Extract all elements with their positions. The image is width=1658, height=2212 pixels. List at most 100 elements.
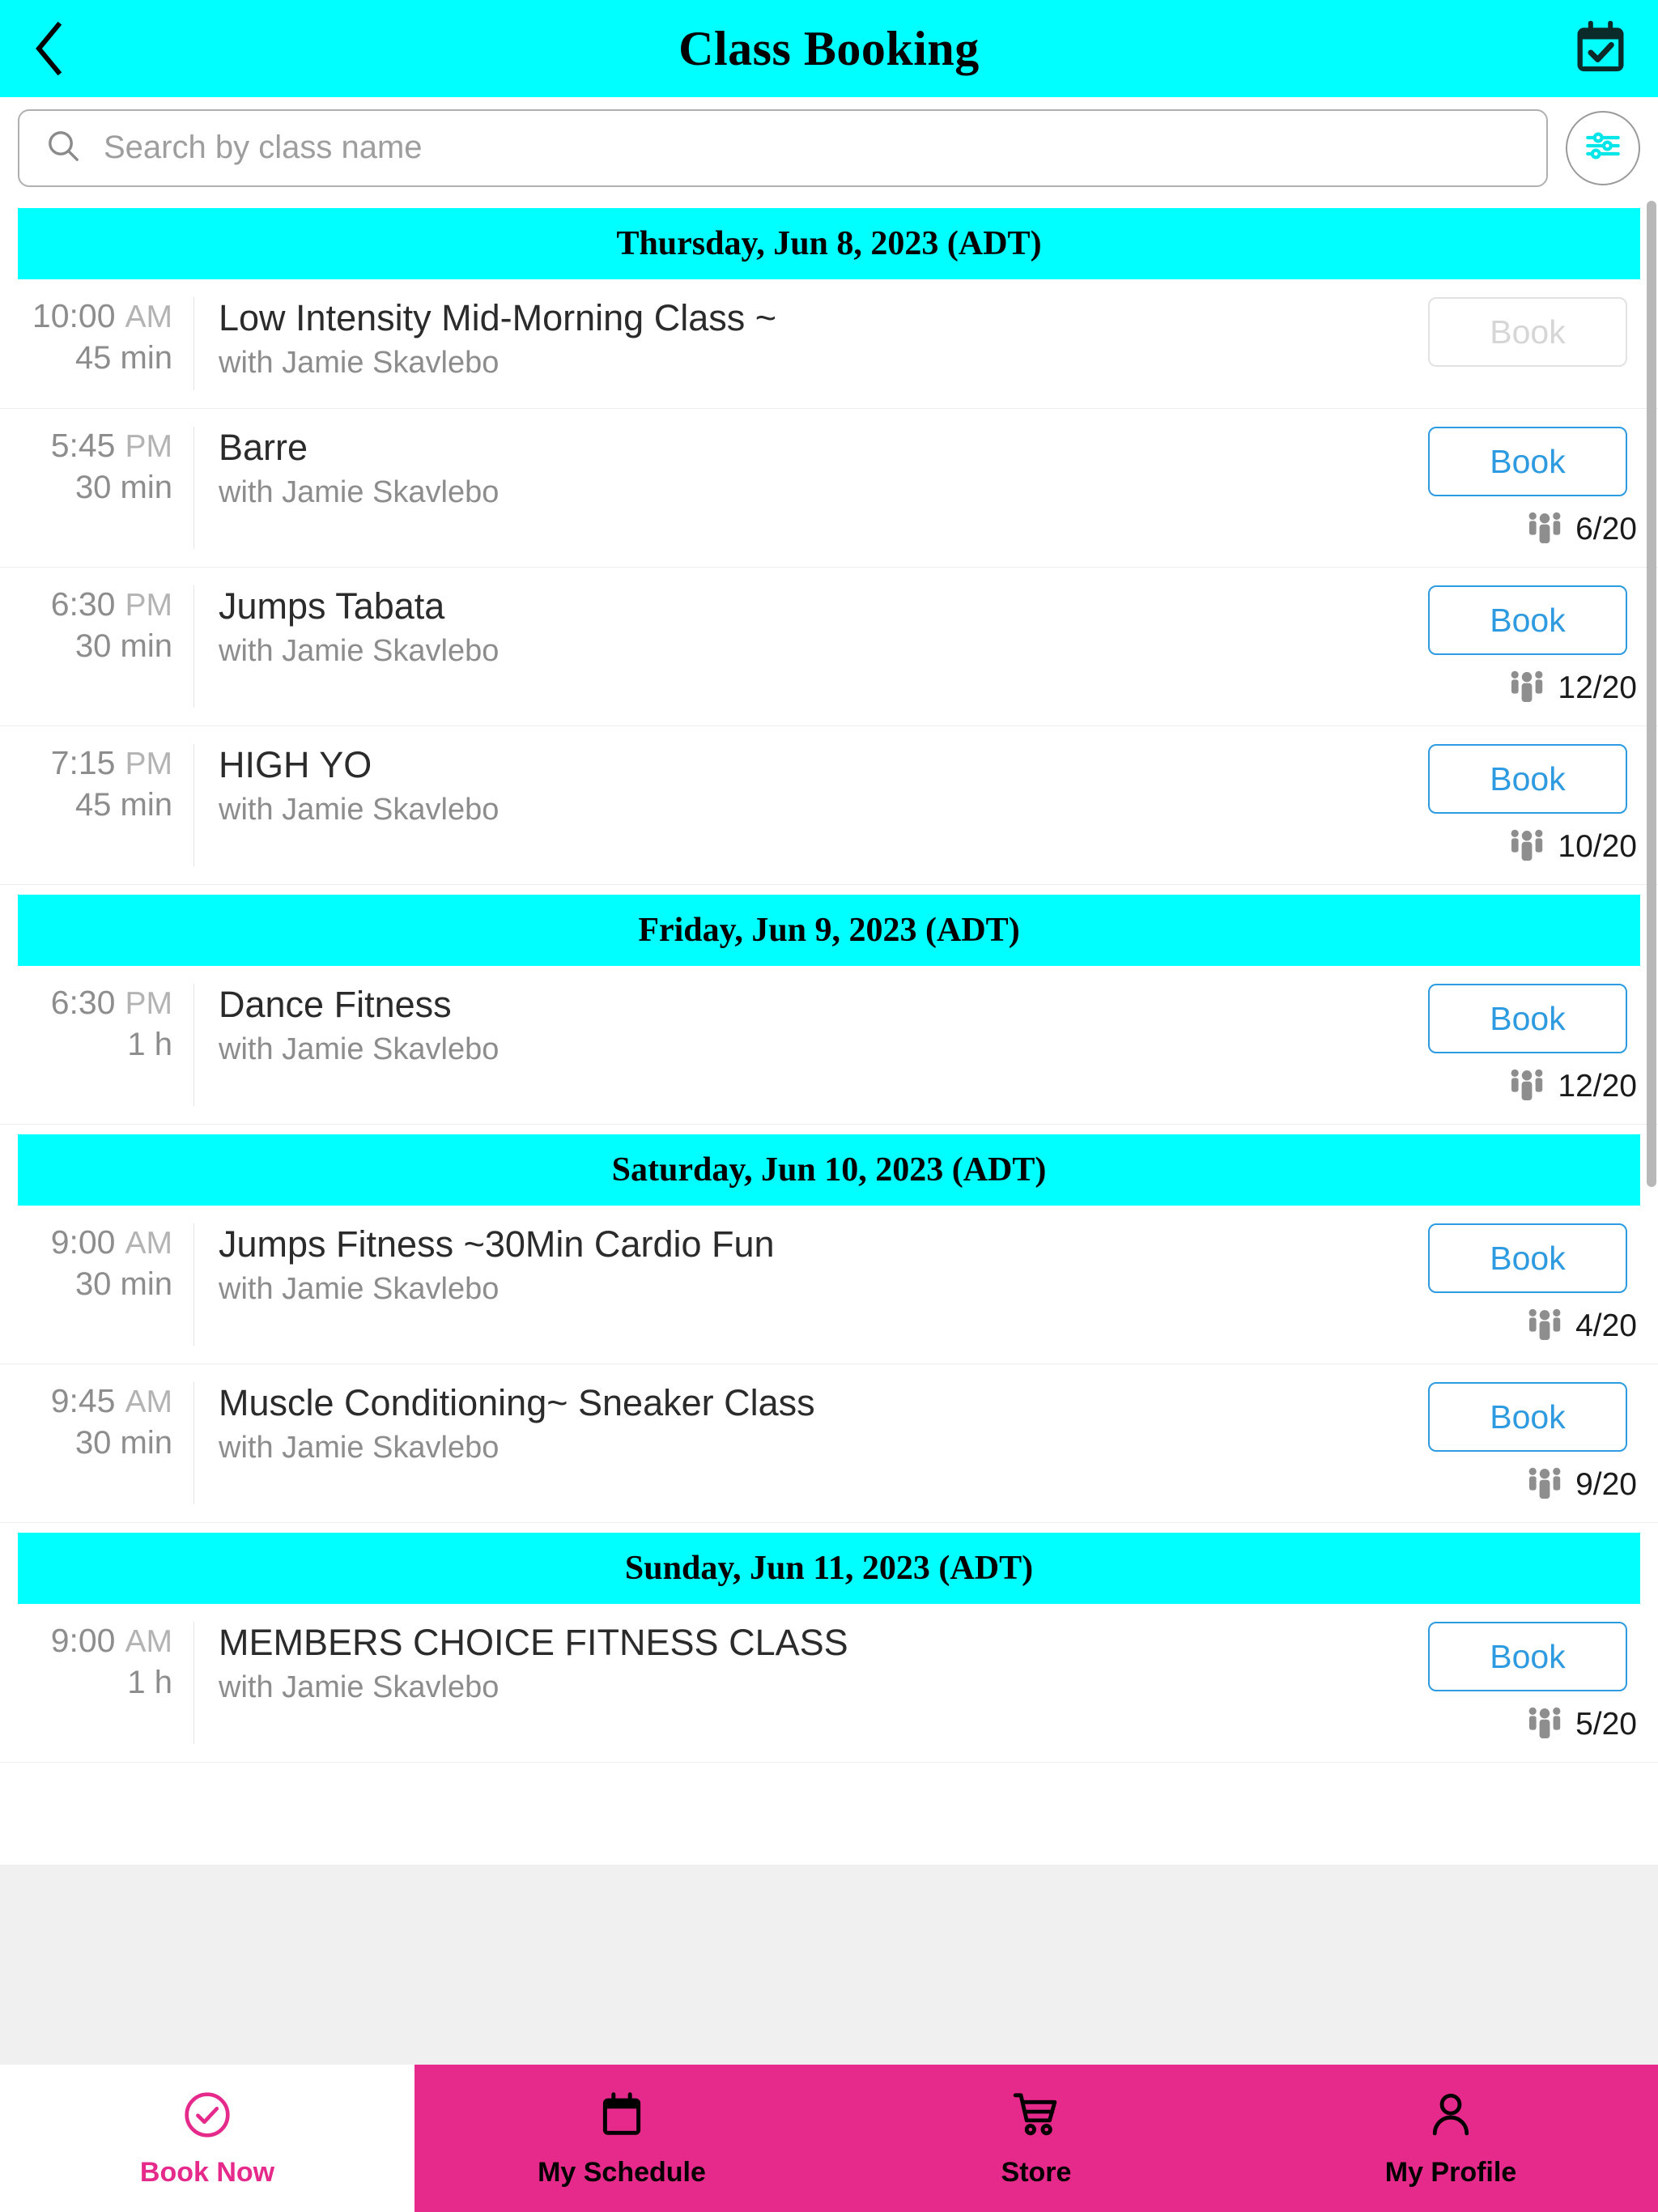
my-schedule-shortcut-button[interactable] bbox=[1564, 12, 1637, 85]
filter-button[interactable] bbox=[1566, 110, 1640, 185]
book-button[interactable]: Book bbox=[1428, 427, 1627, 496]
nav-item-label: Book Now bbox=[139, 2157, 275, 2188]
check-circle-icon bbox=[181, 2088, 234, 2146]
class-instructor: with Jamie Skavlebo bbox=[219, 1032, 500, 1066]
class-time-column: 9:45 AM 30 min bbox=[0, 1382, 194, 1504]
class-info-column: Muscle Conditioning~ Sneaker Class with … bbox=[194, 1382, 1415, 1504]
class-action-column: Book 9/20 bbox=[1415, 1382, 1658, 1504]
sliders-filter-icon bbox=[1583, 125, 1623, 170]
class-time-column: 9:00 AM 1 h bbox=[0, 1622, 194, 1744]
class-name: HIGH YO bbox=[219, 744, 372, 785]
book-button[interactable]: Book bbox=[1428, 984, 1627, 1053]
scrollbar-thumb[interactable] bbox=[1647, 201, 1656, 1187]
class-time-column: 6:30 PM 30 min bbox=[0, 585, 194, 708]
class-capacity: 4/20 bbox=[1525, 1306, 1640, 1346]
back-button[interactable] bbox=[0, 0, 97, 97]
book-button[interactable]: Book bbox=[1428, 744, 1627, 814]
nav-item-book-now[interactable]: Book Now bbox=[0, 2065, 414, 2212]
class-time-ampm: AM bbox=[125, 1226, 173, 1261]
search-input[interactable] bbox=[104, 130, 1522, 166]
class-time-value: 9:45 bbox=[50, 1382, 116, 1419]
class-time-ampm: PM bbox=[125, 747, 173, 781]
class-row[interactable]: 5:45 PM 30 min Barre with Jamie Skavlebo … bbox=[0, 409, 1658, 568]
chevron-left-icon bbox=[31, 20, 66, 77]
class-time-value: 6:30 bbox=[50, 984, 116, 1021]
class-row[interactable]: 9:00 AM 30 min Jumps Fitness ~30Min Cardi… bbox=[0, 1206, 1658, 1364]
search-row bbox=[0, 97, 1658, 198]
class-capacity-text: 12/20 bbox=[1558, 670, 1637, 705]
empty-area bbox=[0, 1865, 1658, 2065]
person-icon bbox=[1425, 2088, 1477, 2146]
class-row[interactable]: 6:30 PM 1 h Dance Fitness with Jamie Skav… bbox=[0, 966, 1658, 1125]
class-duration: 45 min bbox=[74, 787, 172, 823]
book-button[interactable]: Book bbox=[1428, 1382, 1627, 1452]
class-instructor: with Jamie Skavlebo bbox=[219, 633, 500, 668]
class-info-column: Barre with Jamie Skavlebo bbox=[194, 427, 1415, 549]
people-capacity-icon bbox=[1507, 1066, 1546, 1106]
class-time-ampm: AM bbox=[125, 1624, 173, 1659]
class-instructor: with Jamie Skavlebo bbox=[219, 1271, 500, 1306]
nav-item-my-profile[interactable]: My Profile bbox=[1244, 2065, 1658, 2212]
class-time: 9:00 AM bbox=[51, 1223, 172, 1261]
scrollbar-track[interactable] bbox=[1647, 97, 1658, 1865]
class-instructor: with Jamie Skavlebo bbox=[219, 1430, 500, 1465]
class-info-column: Dance Fitness with Jamie Skavlebo bbox=[194, 984, 1415, 1106]
class-time: 10:00 AM bbox=[32, 297, 172, 335]
class-time: 9:00 AM bbox=[51, 1622, 172, 1660]
class-instructor: with Jamie Skavlebo bbox=[219, 345, 500, 380]
class-row[interactable]: 6:30 PM 30 min Jumps Tabata with Jamie Sk… bbox=[0, 568, 1658, 726]
class-time-column: 9:00 AM 30 min bbox=[0, 1223, 194, 1346]
class-name: Dance Fitness bbox=[219, 984, 452, 1025]
class-time-value: 9:00 bbox=[50, 1223, 116, 1261]
people-capacity-icon bbox=[1507, 668, 1546, 708]
class-info-column: HIGH YO with Jamie Skavlebo bbox=[194, 744, 1415, 866]
page-title: Class Booking bbox=[678, 21, 980, 75]
class-row[interactable]: 9:00 AM 1 h MEMBERS CHOICE FITNESS CLASS … bbox=[0, 1604, 1658, 1763]
class-info-column: MEMBERS CHOICE FITNESS CLASS with Jamie … bbox=[194, 1622, 1415, 1744]
class-row[interactable]: 10:00 AM 45 min Low Intensity Mid-Morning… bbox=[0, 279, 1658, 409]
class-time: 9:45 AM bbox=[51, 1382, 172, 1420]
class-time: 6:30 PM bbox=[51, 585, 172, 623]
class-capacity: 9/20 bbox=[1525, 1465, 1640, 1504]
class-capacity: 5/20 bbox=[1525, 1704, 1640, 1744]
class-time-value: 5:45 bbox=[50, 427, 116, 464]
class-capacity-text: 12/20 bbox=[1558, 1068, 1637, 1104]
class-time-column: 10:00 AM 45 min bbox=[0, 297, 194, 390]
class-time-ampm: PM bbox=[125, 429, 173, 464]
search-box[interactable] bbox=[18, 108, 1548, 187]
class-time-value: 6:30 bbox=[50, 585, 116, 623]
class-time-ampm: AM bbox=[125, 300, 173, 334]
class-time-value: 7:15 bbox=[50, 744, 116, 781]
class-time: 5:45 PM bbox=[51, 427, 172, 465]
nav-item-store[interactable]: Store bbox=[829, 2065, 1244, 2212]
class-name: Barre bbox=[219, 427, 308, 468]
calendar-check-icon bbox=[1570, 15, 1631, 83]
book-button[interactable]: Book bbox=[1428, 585, 1627, 655]
class-time-ampm: PM bbox=[125, 588, 173, 623]
nav-item-my-schedule[interactable]: My Schedule bbox=[414, 2065, 829, 2212]
nav-item-label: Store bbox=[1001, 2157, 1072, 2188]
class-action-column: Book 5/20 bbox=[1415, 1622, 1658, 1744]
book-button[interactable]: Book bbox=[1428, 1223, 1627, 1293]
people-capacity-icon bbox=[1525, 509, 1564, 549]
book-button[interactable]: Book bbox=[1428, 1622, 1627, 1691]
class-name: Jumps Fitness ~30Min Cardio Fun bbox=[219, 1223, 775, 1265]
nav-item-label: My Schedule bbox=[538, 2157, 706, 2188]
day-header: Sunday, Jun 11, 2023 (ADT) bbox=[18, 1533, 1640, 1604]
class-duration: 1 h bbox=[127, 1665, 172, 1700]
search-icon bbox=[44, 126, 83, 169]
class-action-column: Book bbox=[1415, 297, 1658, 390]
class-duration: 30 min bbox=[74, 1425, 172, 1461]
class-name: MEMBERS CHOICE FITNESS CLASS bbox=[219, 1622, 848, 1663]
class-time-column: 5:45 PM 30 min bbox=[0, 427, 194, 549]
class-schedule-list: Thursday, Jun 8, 2023 (ADT) 10:00 AM 45 m… bbox=[0, 208, 1658, 1763]
class-row[interactable]: 9:45 AM 30 min Muscle Conditioning~ Sneak… bbox=[0, 1364, 1658, 1523]
class-time-value: 10:00 bbox=[32, 297, 116, 334]
class-capacity: 10/20 bbox=[1507, 827, 1640, 866]
people-capacity-icon bbox=[1507, 827, 1546, 866]
class-row[interactable]: 7:15 PM 45 min HIGH YO with Jamie Skavleb… bbox=[0, 726, 1658, 885]
class-capacity-text: 5/20 bbox=[1575, 1706, 1637, 1742]
class-capacity-text: 9/20 bbox=[1575, 1466, 1637, 1502]
class-time: 7:15 PM bbox=[51, 744, 172, 782]
class-duration: 1 h bbox=[127, 1027, 172, 1062]
